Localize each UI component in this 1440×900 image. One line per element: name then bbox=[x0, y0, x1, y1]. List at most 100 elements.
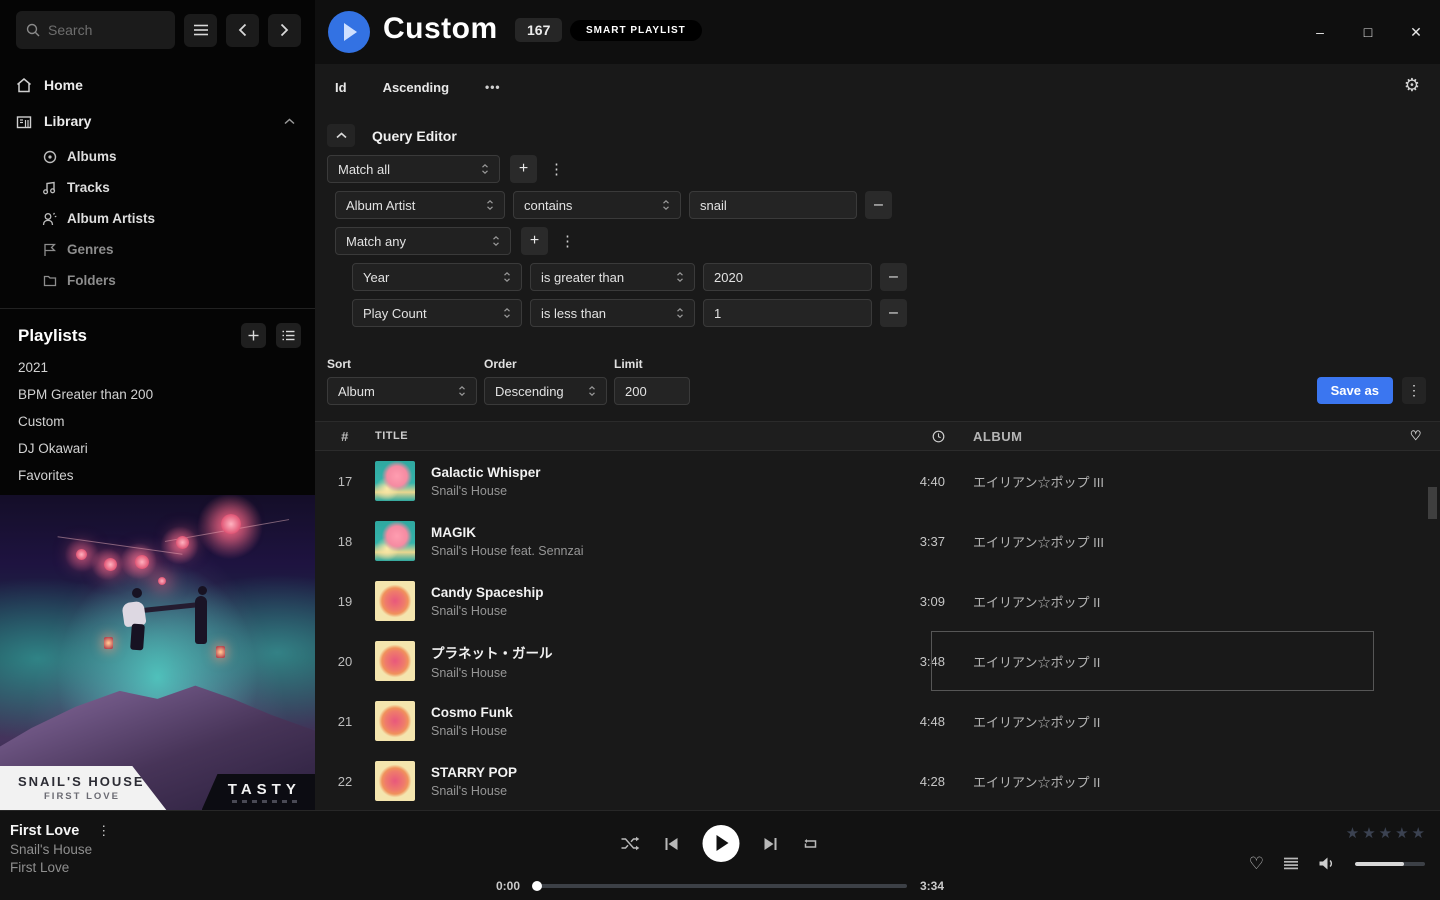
playlist-item[interactable]: DJ Okawari bbox=[0, 435, 315, 462]
add-rule-button[interactable]: + bbox=[521, 227, 548, 255]
rule-operator-select[interactable]: is greater than bbox=[530, 263, 695, 291]
favorite-column-heart-icon[interactable]: ♡ bbox=[1392, 428, 1440, 444]
track-album[interactable]: エイリアン☆ポップ III bbox=[945, 511, 1392, 571]
rule-operator-select[interactable]: is less than bbox=[530, 299, 695, 327]
minimize-button[interactable]: – bbox=[1296, 12, 1344, 52]
search-input[interactable] bbox=[48, 22, 158, 38]
track-album-focused-cell[interactable]: エイリアン☆ポップ II bbox=[931, 631, 1374, 691]
sort-field-button[interactable]: Id bbox=[335, 80, 347, 95]
rule-options-icon[interactable]: ⋮ bbox=[545, 160, 568, 178]
play-playlist-button[interactable] bbox=[328, 11, 370, 53]
sidebar-item-albums[interactable]: Albums bbox=[0, 141, 315, 172]
save-options-icon[interactable]: ⋮ bbox=[1402, 377, 1426, 404]
playlist-item[interactable]: Custom bbox=[0, 408, 315, 435]
playlist-item[interactable]: BPM Greater than 200 bbox=[0, 381, 315, 408]
remove-rule-button[interactable]: – bbox=[880, 263, 907, 291]
sidebar-item-library[interactable]: Library bbox=[0, 103, 315, 139]
maximize-button[interactable]: □ bbox=[1344, 12, 1392, 52]
sidebar-item-genres[interactable]: Genres bbox=[0, 234, 315, 265]
menu-icon[interactable] bbox=[184, 14, 217, 47]
query-editor-collapse-button[interactable] bbox=[327, 124, 355, 147]
playlist-item[interactable]: 2021 bbox=[0, 354, 315, 381]
table-row[interactable]: 18 MAGIKSnail's House feat. Sennzai 3:37… bbox=[315, 511, 1440, 571]
now-playing-title[interactable]: First Love bbox=[10, 823, 79, 839]
track-artist[interactable]: Snail's House bbox=[431, 784, 855, 798]
sort-order-button[interactable]: Ascending bbox=[383, 80, 449, 95]
order-select[interactable]: Descending bbox=[484, 377, 607, 405]
rule-options-icon[interactable]: ⋮ bbox=[556, 232, 579, 250]
rule-value-input[interactable]: 2020 bbox=[703, 263, 872, 291]
now-playing-artist[interactable]: Snail's House bbox=[10, 842, 114, 857]
more-options-icon[interactable]: ••• bbox=[485, 80, 501, 94]
shuffle-icon bbox=[621, 836, 641, 851]
back-button[interactable] bbox=[226, 14, 259, 47]
volume-slider[interactable] bbox=[1355, 862, 1425, 866]
track-album[interactable]: エイリアン☆ポップ II bbox=[945, 751, 1392, 810]
track-artist[interactable]: Snail's House bbox=[431, 604, 855, 618]
seek-bar[interactable] bbox=[533, 884, 907, 888]
match-all-select[interactable]: Match all bbox=[327, 155, 500, 183]
rule-field-select[interactable]: Play Count bbox=[352, 299, 522, 327]
column-index[interactable]: # bbox=[315, 429, 375, 444]
star-icon[interactable]: ★ bbox=[1362, 824, 1375, 842]
playlist-item[interactable]: Favorites bbox=[0, 462, 315, 489]
rule-value-input[interactable]: 1 bbox=[703, 299, 872, 327]
rule-value-input[interactable]: snail bbox=[689, 191, 857, 219]
window-controls: – □ ✕ bbox=[1296, 0, 1440, 64]
track-artist[interactable]: Snail's House bbox=[431, 666, 855, 680]
column-album[interactable]: ALBUM bbox=[945, 422, 1392, 450]
track-artist[interactable]: Snail's House bbox=[431, 484, 855, 498]
forward-button[interactable] bbox=[268, 14, 301, 47]
star-icon[interactable]: ★ bbox=[1395, 824, 1408, 842]
play-button[interactable] bbox=[703, 825, 740, 862]
track-album[interactable]: エイリアン☆ポップ III bbox=[945, 451, 1392, 511]
track-album[interactable]: エイリアン☆ポップ II bbox=[945, 571, 1392, 631]
rule-operator-select[interactable]: contains bbox=[513, 191, 681, 219]
add-rule-button[interactable]: + bbox=[510, 155, 537, 183]
gear-icon[interactable]: ⚙ bbox=[1404, 76, 1420, 94]
add-playlist-button[interactable] bbox=[241, 323, 266, 348]
seek-handle[interactable] bbox=[532, 881, 542, 891]
sort-select[interactable]: Album bbox=[327, 377, 477, 405]
volume-icon[interactable] bbox=[1318, 856, 1336, 871]
remove-rule-button[interactable]: – bbox=[880, 299, 907, 327]
queue-icon[interactable] bbox=[1283, 857, 1299, 870]
track-artist[interactable]: Snail's House feat. Sennzai bbox=[431, 544, 855, 558]
star-icon[interactable]: ★ bbox=[1412, 824, 1425, 842]
favorite-heart-icon[interactable]: ♡ bbox=[1249, 855, 1264, 872]
sidebar-item-folders[interactable]: Folders bbox=[0, 265, 315, 296]
track-artist[interactable]: Snail's House bbox=[431, 724, 855, 738]
save-as-button[interactable]: Save as bbox=[1317, 377, 1393, 404]
playlist-list-button[interactable] bbox=[276, 323, 301, 348]
rule-field-select[interactable]: Year bbox=[352, 263, 522, 291]
rule-field-select[interactable]: Album Artist bbox=[335, 191, 505, 219]
limit-input[interactable]: 200 bbox=[614, 377, 690, 405]
previous-button[interactable] bbox=[665, 837, 679, 851]
close-button[interactable]: ✕ bbox=[1392, 12, 1440, 52]
table-row[interactable]: 21 Cosmo FunkSnail's House 4:48 エイリアン☆ポッ… bbox=[315, 691, 1440, 751]
table-row[interactable]: 20 プラネット・ガールSnail's House 3:48 エイリアン☆ポップ… bbox=[315, 631, 1440, 691]
table-row[interactable]: 19 Candy SpaceshipSnail's House 3:09 エイリ… bbox=[315, 571, 1440, 631]
now-playing-album-art[interactable]: SNAIL'S HOUSE FIRST LOVE TASTY bbox=[0, 495, 315, 810]
remove-rule-button[interactable]: – bbox=[865, 191, 892, 219]
table-row[interactable]: 17 Galactic WhisperSnail's House 4:40 エイ… bbox=[315, 451, 1440, 511]
now-playing-album[interactable]: First Love bbox=[10, 860, 114, 875]
duration-clock-icon[interactable] bbox=[932, 430, 945, 443]
now-playing-options-icon[interactable]: ⋮ bbox=[93, 823, 114, 839]
sidebar-item-album-artists[interactable]: Album Artists bbox=[0, 203, 315, 234]
sidebar-item-tracks[interactable]: Tracks bbox=[0, 172, 315, 203]
shuffle-button[interactable] bbox=[621, 836, 641, 851]
search-box[interactable] bbox=[16, 11, 175, 49]
main-content: Custom 167 SMART PLAYLIST – □ ✕ Id Ascen… bbox=[315, 0, 1440, 810]
star-icon[interactable]: ★ bbox=[1346, 824, 1359, 842]
table-row[interactable]: 22 STARRY POPSnail's House 4:28 エイリアン☆ポッ… bbox=[315, 751, 1440, 810]
repeat-button[interactable] bbox=[802, 837, 820, 851]
scrollbar-thumb[interactable] bbox=[1428, 487, 1437, 519]
sidebar-item-home[interactable]: Home bbox=[0, 67, 315, 103]
column-title[interactable]: TITLE bbox=[375, 430, 855, 442]
star-icon[interactable]: ★ bbox=[1379, 824, 1392, 842]
collapse-chevron-icon[interactable] bbox=[284, 118, 295, 125]
next-button[interactable] bbox=[764, 837, 778, 851]
track-album[interactable]: エイリアン☆ポップ II bbox=[945, 691, 1392, 751]
match-any-select[interactable]: Match any bbox=[335, 227, 511, 255]
